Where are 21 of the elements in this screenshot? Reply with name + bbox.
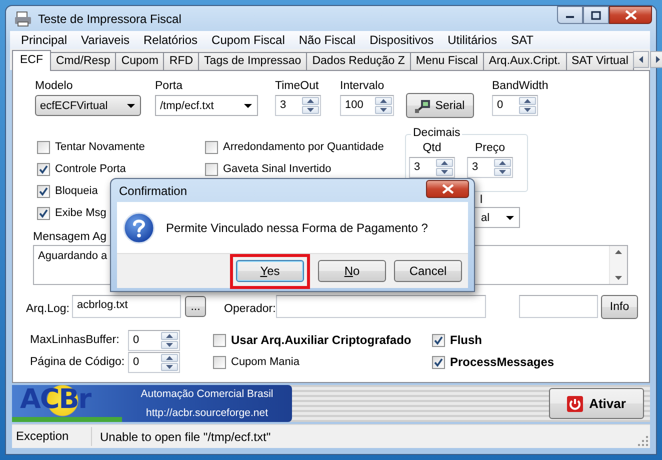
field-label: TimeOut (275, 79, 320, 93)
field-label: Operador: (224, 302, 276, 316)
banner-tagline: Automação Comercial Brasil (140, 388, 274, 400)
field-label: MaxLinhasBuffer: (30, 333, 120, 347)
field-label: BandWidth (492, 79, 548, 93)
field-label: Mensagem Ag (33, 230, 108, 244)
status-text: Unable to open file "/tmp/ecf.txt" (99, 430, 271, 444)
field-label: Arq.Log: (26, 302, 70, 316)
dialog-message: Permite Vinculado nessa Forma de Pagamento ? (166, 220, 428, 234)
field-label: l (480, 193, 484, 207)
banner-url: http://acbr.sourceforge.net (146, 406, 268, 419)
window-title: Teste de Impressora Fiscal (38, 12, 182, 26)
field-label: Porta (155, 79, 184, 93)
status-text: Exception (12, 427, 92, 446)
field-label: Preço (474, 141, 506, 155)
field-label: Modelo (35, 79, 74, 93)
field-label: Intervalo (340, 79, 386, 93)
dialog-title: Confirmation (119, 184, 188, 198)
field-label: Página de Código: (30, 355, 126, 369)
field-label: Qtd (422, 141, 442, 155)
group-title: Decimais (411, 127, 462, 139)
